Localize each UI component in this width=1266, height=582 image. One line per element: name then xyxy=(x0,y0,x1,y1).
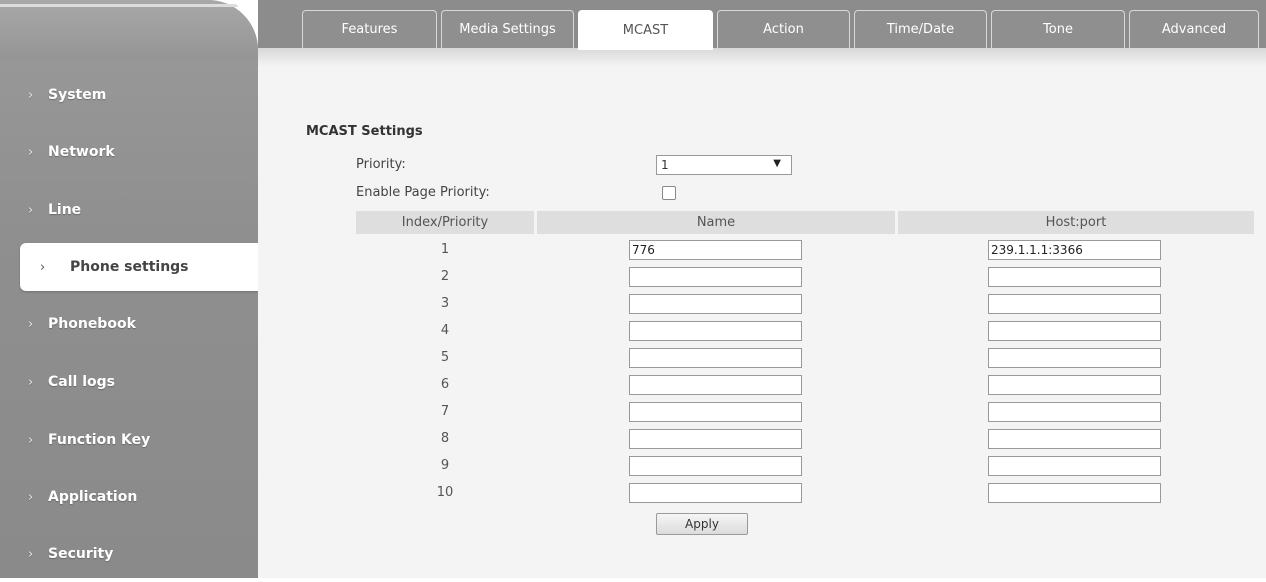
row-index: 7 xyxy=(440,404,450,419)
sidebar-item-system[interactable]: › System xyxy=(0,67,258,123)
sidebar-item-label: System xyxy=(48,87,107,103)
name-input-1[interactable]: 776 xyxy=(629,240,802,260)
sidebar-item-label: Phone settings xyxy=(70,259,189,275)
chevron-right-icon: › xyxy=(28,144,34,160)
enable-page-priority-label: Enable Page Priority: xyxy=(356,185,490,200)
priority-label: Priority: xyxy=(356,157,406,172)
tab-mcast[interactable]: MCAST xyxy=(578,10,713,50)
column-header-host-port: Host:port xyxy=(898,211,1254,234)
row-index: 4 xyxy=(440,323,450,338)
name-input-10[interactable] xyxy=(629,483,802,503)
host-port-input-1[interactable]: 239.1.1.1:3366 xyxy=(988,240,1161,260)
name-input-4[interactable] xyxy=(629,321,802,341)
chevron-right-icon: › xyxy=(28,87,34,103)
sidebar-item-phonebook[interactable]: › Phonebook xyxy=(0,296,258,352)
chevron-right-icon: › xyxy=(28,489,34,505)
host-port-input-3[interactable] xyxy=(988,294,1161,314)
row-index: 8 xyxy=(440,431,450,446)
host-port-input-8[interactable] xyxy=(988,429,1161,449)
sidebar-item-call-logs[interactable]: › Call logs xyxy=(0,354,258,410)
column-header-index: Index/Priority xyxy=(356,211,534,234)
name-input-7[interactable] xyxy=(629,402,802,422)
sidebar-item-label: Function Key xyxy=(48,432,151,448)
name-input-3[interactable] xyxy=(629,294,802,314)
sidebar-item-security[interactable]: › Security xyxy=(0,526,258,582)
chevron-right-icon: › xyxy=(28,202,34,218)
host-port-input-9[interactable] xyxy=(988,456,1161,476)
apply-button[interactable]: Apply xyxy=(656,513,748,535)
sidebar-item-phone-settings[interactable]: › Phone settings xyxy=(20,243,258,291)
row-index: 5 xyxy=(440,350,450,365)
sidebar-item-label: Network xyxy=(48,144,115,160)
chevron-right-icon: › xyxy=(28,374,34,390)
column-header-name: Name xyxy=(537,211,895,234)
host-port-input-10[interactable] xyxy=(988,483,1161,503)
priority-select-value: 1 xyxy=(661,158,669,172)
section-title: MCAST Settings xyxy=(306,124,423,139)
sidebar-header-highlight xyxy=(0,4,238,7)
host-port-input-6[interactable] xyxy=(988,375,1161,395)
host-port-input-5[interactable] xyxy=(988,348,1161,368)
chevron-right-icon: › xyxy=(28,432,34,448)
row-index: 10 xyxy=(436,485,454,500)
chevron-right-icon: › xyxy=(40,259,46,275)
sidebar-item-function-key[interactable]: › Function Key xyxy=(0,412,258,468)
tab-action[interactable]: Action xyxy=(717,10,850,48)
row-index: 3 xyxy=(440,296,450,311)
tab-time-date[interactable]: Time/Date xyxy=(854,10,987,48)
sidebar-header xyxy=(0,0,258,60)
tab-tone[interactable]: Tone xyxy=(991,10,1125,48)
enable-page-priority-checkbox[interactable] xyxy=(662,186,676,200)
name-input-8[interactable] xyxy=(629,429,802,449)
name-input-2[interactable] xyxy=(629,267,802,287)
sidebar-item-label: Security xyxy=(48,546,114,562)
row-index: 2 xyxy=(440,269,450,284)
tab-media-settings[interactable]: Media Settings xyxy=(441,10,574,48)
row-index: 1 xyxy=(440,242,450,257)
name-input-5[interactable] xyxy=(629,348,802,368)
chevron-right-icon: › xyxy=(28,546,34,562)
host-port-input-7[interactable] xyxy=(988,402,1161,422)
tab-advanced[interactable]: Advanced xyxy=(1129,10,1259,48)
chevron-right-icon: › xyxy=(28,316,34,332)
sidebar-item-label: Application xyxy=(48,489,138,505)
sidebar-item-line[interactable]: › Line xyxy=(0,182,258,238)
host-port-input-2[interactable] xyxy=(988,267,1161,287)
sidebar-item-network[interactable]: › Network xyxy=(0,124,258,180)
row-index: 9 xyxy=(440,458,450,473)
sidebar-item-label: Call logs xyxy=(48,374,115,390)
host-port-input-4[interactable] xyxy=(988,321,1161,341)
tab-bar-shadow xyxy=(258,48,1266,66)
sidebar-item-label: Phonebook xyxy=(48,316,136,332)
priority-select[interactable]: 1 ▼ xyxy=(656,155,792,175)
name-input-9[interactable] xyxy=(629,456,802,476)
dropdown-arrow-icon: ▼ xyxy=(773,158,781,169)
sidebar-item-label: Line xyxy=(48,202,82,218)
sidebar-item-application[interactable]: › Application xyxy=(0,469,258,525)
name-input-6[interactable] xyxy=(629,375,802,395)
tab-features[interactable]: Features xyxy=(302,10,437,48)
row-index: 6 xyxy=(440,377,450,392)
